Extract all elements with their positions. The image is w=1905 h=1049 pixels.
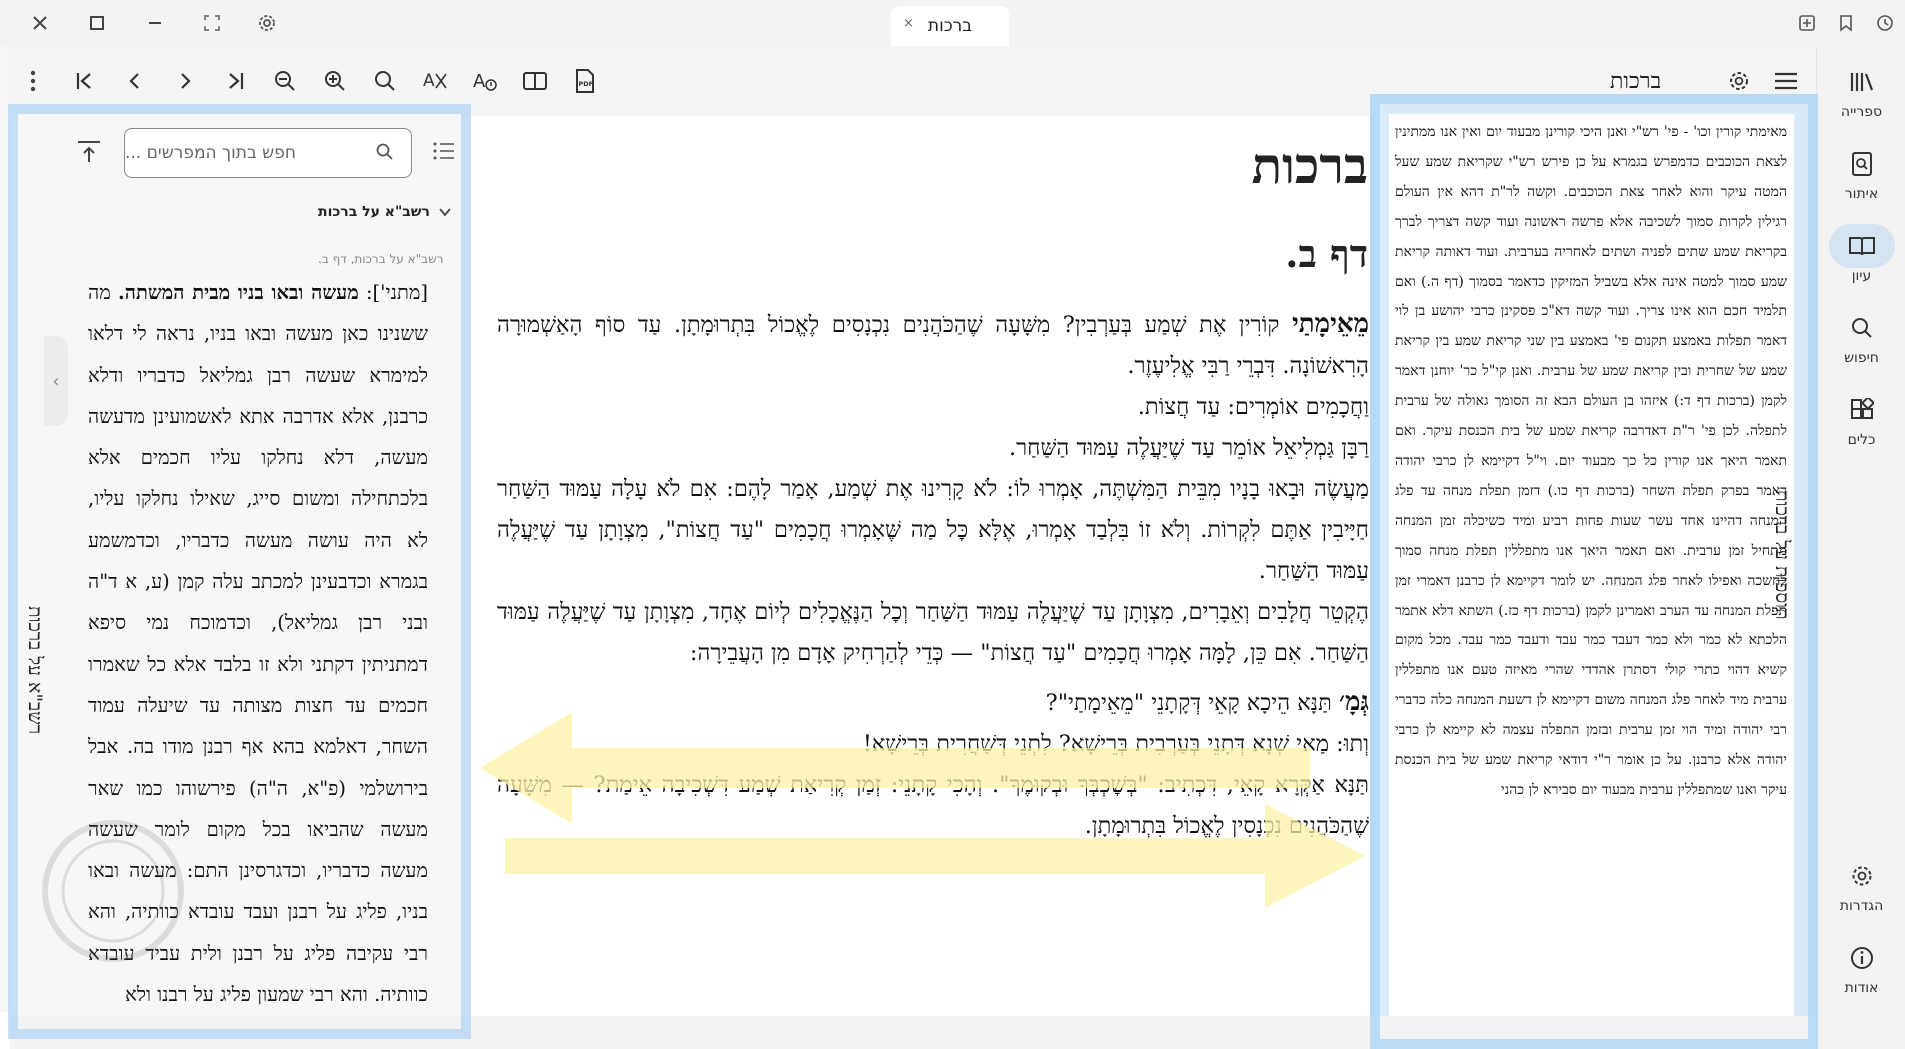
history-icon[interactable] <box>1870 8 1900 38</box>
bookmark-icon[interactable] <box>1831 8 1861 38</box>
tosafot-vertical-title: תוספות על ברכות <box>1771 490 1793 620</box>
main-text-body: מֵאֵימָתַי קוֹרִין אֶת שְׁמַע בְּעַרְבִי… <box>497 304 1369 847</box>
commentary-dibur-hamatchil: מעשה ובאו בניו מבית המשתה. <box>117 281 359 304</box>
gemara-marker: גְּמָ׳ <box>1339 687 1369 717</box>
commentary-vertical-title: רשב"א על ברכות <box>24 606 46 735</box>
nav-label: עיון <box>1851 268 1872 284</box>
tosafot-text-area: מאימתי קורין וכו' - פי' רש"י ואנן היכי ק… <box>1389 114 1794 1026</box>
search-icon <box>375 142 395 166</box>
text-paragraph: מֵאֵימָתַי קוֹרִין אֶת שְׁמַע בְּעַרְבִי… <box>497 304 1369 387</box>
close-tab-icon[interactable]: × <box>903 16 914 31</box>
search-icon <box>1829 306 1895 350</box>
collapse-panel-handle[interactable]: ‹ <box>44 336 68 426</box>
nav-tools[interactable]: כלים <box>1817 388 1905 448</box>
new-tab-icon[interactable] <box>1792 8 1822 38</box>
commentary-group-header[interactable]: רשב"א על ברכות <box>318 204 430 220</box>
collapse-all-icon[interactable] <box>76 140 102 168</box>
nav-label: חיפוש <box>1844 350 1879 366</box>
nav-settings[interactable]: הגדרות <box>1817 854 1905 914</box>
nav-about[interactable]: אודות <box>1817 936 1905 996</box>
font-settings-icon[interactable]: A <box>466 62 504 100</box>
zoom-out-icon[interactable] <box>266 62 304 100</box>
daf-heading: דף ב. <box>1285 231 1368 276</box>
watermark-logo <box>38 816 188 970</box>
nav-label: אודות <box>1844 980 1879 996</box>
chevron-down-icon[interactable] <box>438 204 452 223</box>
side-navigation: ספרייה איתור עיון חיפוש כלים הגדרות אודו… <box>1816 46 1905 1049</box>
previous-page-icon[interactable] <box>116 62 154 100</box>
paragraph-text: תַּנָּא הֵיכָא קָאֵי דְּקָתָנֵי "מֵאֵימָ… <box>1045 690 1339 716</box>
paragraph-text: קוֹרִין אֶת שְׁמַע בְּעַרְבִין? מִשָּׁעָ… <box>497 312 1369 379</box>
tosafot-panel: מאימתי קורין וכו' - פי' רש"י ואנן היכי ק… <box>1370 94 1818 1044</box>
nav-label: ספרייה <box>1840 104 1883 120</box>
settings-gear-icon[interactable] <box>252 8 282 38</box>
pdf-export-icon[interactable]: PDF <box>566 62 604 100</box>
nav-study[interactable]: עיון <box>1817 224 1905 284</box>
zoom-in-icon[interactable] <box>316 62 354 100</box>
title-bar: × ברכות <box>0 0 1905 46</box>
text-paragraph: וַחֲכָמִים אוֹמְרִים: עַד חֲצוֹת. <box>1137 394 1369 420</box>
split-view-icon[interactable] <box>516 62 554 100</box>
commentary-lead: [מתני']: <box>358 281 428 304</box>
tools-icon <box>1829 388 1895 432</box>
text-paragraph: מַעֲשֶׂה וּבָאוּ בָנָיו מִבֵּית הַמִּשְׁ… <box>497 476 1369 584</box>
svg-text:PDF: PDF <box>579 80 594 88</box>
nav-label: הגדרות <box>1839 898 1884 914</box>
nav-locate[interactable]: איתור <box>1817 142 1905 202</box>
fullscreen-icon[interactable] <box>197 8 227 38</box>
close-window-icon[interactable] <box>25 8 55 38</box>
text-paragraph: הֶקְטֵר חֲלָבִים וְאֵבָרִים, מִצְוָתָן ע… <box>497 599 1369 666</box>
chevron-left-icon: ‹ <box>52 370 60 392</box>
maximize-window-icon[interactable] <box>82 8 112 38</box>
text-paragraph: תַּנָּא אַקְּרָא קָאֵי, דִּכְתִיב: "בְּש… <box>497 772 1369 839</box>
nikud-toggle-icon[interactable]: A <box>416 62 454 100</box>
text-paragraph: וְתוּ: מַאי שְׁנָא דְּתָנֵי בְּעַרְבִית … <box>862 731 1369 757</box>
nav-label: איתור <box>1844 186 1879 202</box>
nav-label: כלים <box>1847 432 1876 448</box>
commentary-source-ref: רשב"א על ברכות, דף ב. <box>318 252 444 266</box>
book-open-icon <box>1828 224 1895 268</box>
locate-icon <box>1829 142 1895 186</box>
svg-text:A: A <box>473 71 486 92</box>
first-page-icon[interactable] <box>66 62 104 100</box>
book-title: ברכות <box>1251 136 1368 195</box>
document-tab[interactable]: × ברכות <box>891 6 1009 46</box>
commentary-list-icon[interactable] <box>432 140 456 166</box>
window-left-edge <box>0 46 11 1012</box>
library-icon <box>1829 60 1895 104</box>
breadcrumb[interactable]: ברכות <box>1610 68 1661 94</box>
commentary-search-input[interactable]: חפש בתוך המפרשים ... <box>124 128 412 178</box>
tab-title: ברכות <box>927 16 973 36</box>
minimize-window-icon[interactable] <box>140 8 170 38</box>
next-page-icon[interactable] <box>166 62 204 100</box>
svg-text:A: A <box>423 71 435 91</box>
text-paragraph: רַבָּן גַּמְלִיאֵל אוֹמֵר עַד שֶׁיַּעֲלֶ… <box>1008 435 1369 461</box>
nav-library[interactable]: ספרייה <box>1817 60 1905 120</box>
last-page-icon[interactable] <box>216 62 254 100</box>
status-strip <box>10 1016 1816 1049</box>
nav-search[interactable]: חיפוש <box>1817 306 1905 366</box>
tosafot-text: מאימתי קורין וכו' - פי' רש"י ואנן היכי ק… <box>1395 124 1787 798</box>
gear-icon <box>1829 854 1895 898</box>
info-icon <box>1829 936 1895 980</box>
commentary-panel: חפש בתוך המפרשים ... רשב"א על ברכות רשב"… <box>18 116 463 1016</box>
search-text-icon[interactable] <box>366 62 404 100</box>
main-text-panel: ברכות דף ב. מֵאֵימָתַי קוֹרִין אֶת שְׁמַ… <box>475 116 1378 1016</box>
text-paragraph: גְּמָ׳ תַּנָּא הֵיכָא קָאֵי דְּקָתָנֵי "… <box>497 682 1369 724</box>
more-options-icon[interactable] <box>14 62 52 100</box>
opening-word: מֵאֵימָתַי <box>1291 309 1369 339</box>
